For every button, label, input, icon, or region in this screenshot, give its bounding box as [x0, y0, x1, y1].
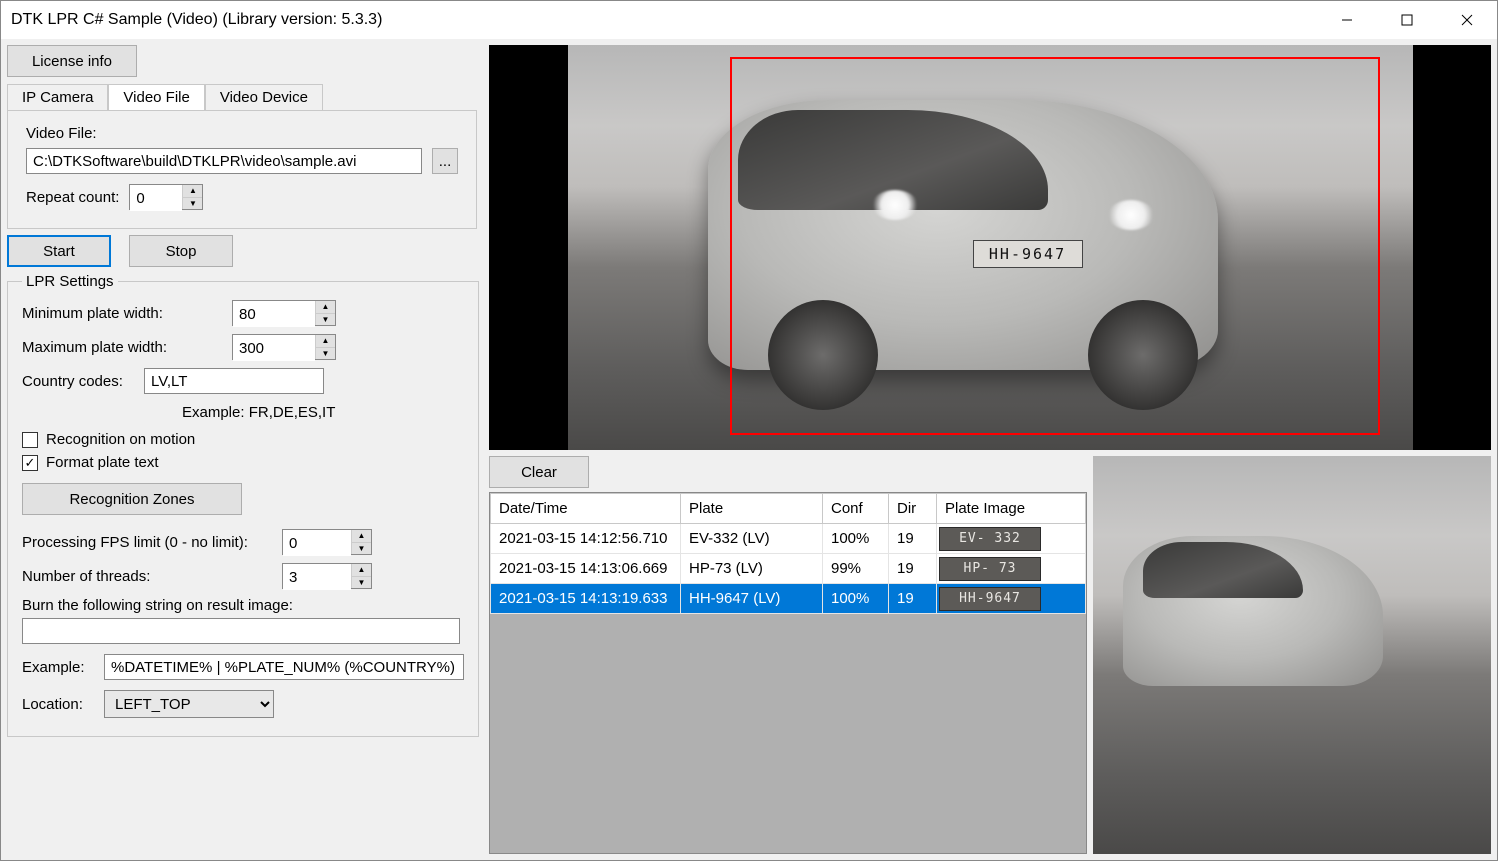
table-row[interactable]: 2021-03-15 14:13:19.633 HH-9647 (LV) 100… — [491, 584, 1086, 614]
results-grid[interactable]: Date/Time Plate Conf Dir Plate Image 202… — [489, 492, 1087, 854]
country-codes-input[interactable] — [144, 368, 324, 394]
maximize-icon — [1401, 14, 1413, 26]
spinner-up-icon[interactable]: ▲ — [316, 335, 335, 348]
table-row[interactable]: 2021-03-15 14:12:56.710 EV-332 (LV) 100%… — [491, 524, 1086, 554]
tab-ip-camera[interactable]: IP Camera — [7, 84, 108, 111]
fps-limit-spinner[interactable]: ▲▼ — [282, 529, 372, 555]
roi-rectangle — [730, 57, 1380, 435]
min-plate-width-input[interactable] — [233, 301, 315, 327]
threads-input[interactable] — [283, 564, 351, 590]
threads-spinner[interactable]: ▲▼ — [282, 563, 372, 589]
format-plate-text-checkbox[interactable] — [22, 455, 38, 471]
video-file-input[interactable] — [26, 148, 422, 174]
spinner-down-icon[interactable]: ▼ — [183, 198, 202, 210]
left-pane: License info IP Camera Video File Video … — [7, 45, 477, 854]
license-info-button[interactable]: License info — [7, 45, 137, 77]
tab-video-device[interactable]: Video Device — [205, 84, 323, 111]
table-row[interactable]: 2021-03-15 14:13:06.669 HP-73 (LV) 99% 1… — [491, 554, 1086, 584]
browse-button[interactable]: ... — [432, 148, 458, 174]
app-window: DTK LPR C# Sample (Video) (Library versi… — [0, 0, 1498, 861]
stop-button[interactable]: Stop — [129, 235, 233, 267]
burn-string-label: Burn the following string on result imag… — [22, 597, 464, 614]
col-plate-image[interactable]: Plate Image — [937, 494, 1086, 524]
recognition-zones-button[interactable]: Recognition Zones — [22, 483, 242, 515]
spinner-up-icon[interactable]: ▲ — [352, 530, 371, 543]
format-plate-text-label: Format plate text — [46, 454, 159, 471]
spinner-down-icon[interactable]: ▼ — [316, 314, 335, 326]
spinner-down-icon[interactable]: ▼ — [316, 348, 335, 360]
repeat-count-input[interactable] — [130, 185, 182, 211]
spinner-up-icon[interactable]: ▲ — [352, 564, 371, 577]
lpr-settings-group: LPR Settings Minimum plate width: ▲▼ Max… — [7, 273, 479, 737]
window-controls — [1317, 1, 1497, 39]
plate-thumb: HP- 73 — [939, 557, 1041, 581]
right-pane: HH-9647 Clear — [489, 45, 1491, 854]
clear-button[interactable]: Clear — [489, 456, 589, 488]
titlebar: DTK LPR C# Sample (Video) (Library versi… — [1, 1, 1497, 39]
col-datetime[interactable]: Date/Time — [491, 494, 681, 524]
threads-label: Number of threads: — [22, 568, 272, 585]
video-frame: HH-9647 — [568, 45, 1413, 450]
tab-video-file[interactable]: Video File — [108, 84, 204, 111]
repeat-count-label: Repeat count: — [26, 189, 119, 206]
repeat-count-spinner[interactable]: ▲▼ — [129, 184, 203, 210]
max-plate-width-label: Maximum plate width: — [22, 339, 222, 356]
example-input[interactable] — [104, 654, 464, 680]
location-select[interactable]: LEFT_TOP — [104, 690, 274, 718]
country-codes-example: Example: FR,DE,ES,IT — [182, 404, 464, 421]
col-dir[interactable]: Dir — [889, 494, 937, 524]
client-area: License info IP Camera Video File Video … — [1, 39, 1497, 860]
spinner-down-icon[interactable]: ▼ — [352, 577, 371, 589]
close-icon — [1461, 14, 1473, 26]
maximize-button[interactable] — [1377, 1, 1437, 39]
burn-string-input[interactable] — [22, 618, 460, 644]
ellipsis-icon: ... — [439, 153, 452, 170]
min-plate-width-label: Minimum plate width: — [22, 305, 222, 322]
close-button[interactable] — [1437, 1, 1497, 39]
window-title: DTK LPR C# Sample (Video) (Library versi… — [11, 11, 1317, 29]
video-file-label: Video File: — [26, 125, 458, 142]
recognition-on-motion-label: Recognition on motion — [46, 431, 195, 448]
min-plate-width-spinner[interactable]: ▲▼ — [232, 300, 336, 326]
recognition-on-motion-checkbox[interactable] — [22, 432, 38, 448]
video-preview: HH-9647 — [489, 45, 1491, 450]
plate-thumb: EV- 332 — [939, 527, 1041, 551]
example-label: Example: — [22, 659, 94, 676]
start-button[interactable]: Start — [7, 235, 111, 267]
max-plate-width-spinner[interactable]: ▲▼ — [232, 334, 336, 360]
source-tabs: IP Camera Video File Video Device — [7, 84, 477, 111]
spinner-up-icon[interactable]: ▲ — [183, 185, 202, 198]
col-conf[interactable]: Conf — [823, 494, 889, 524]
col-plate[interactable]: Plate — [681, 494, 823, 524]
spinner-down-icon[interactable]: ▼ — [352, 543, 371, 555]
minimize-icon — [1341, 14, 1353, 26]
spinner-up-icon[interactable]: ▲ — [316, 301, 335, 314]
lpr-settings-legend: LPR Settings — [22, 273, 118, 290]
max-plate-width-input[interactable] — [233, 335, 315, 361]
results-area: Clear Date/Time Plate Conf — [489, 456, 1087, 854]
fps-limit-input[interactable] — [283, 530, 351, 556]
country-codes-label: Country codes: — [22, 373, 134, 390]
plate-thumb: HH-9647 — [939, 587, 1041, 611]
minimize-button[interactable] — [1317, 1, 1377, 39]
location-label: Location: — [22, 696, 94, 713]
fps-limit-label: Processing FPS limit (0 - no limit): — [22, 534, 272, 551]
snapshot-preview — [1093, 456, 1491, 854]
